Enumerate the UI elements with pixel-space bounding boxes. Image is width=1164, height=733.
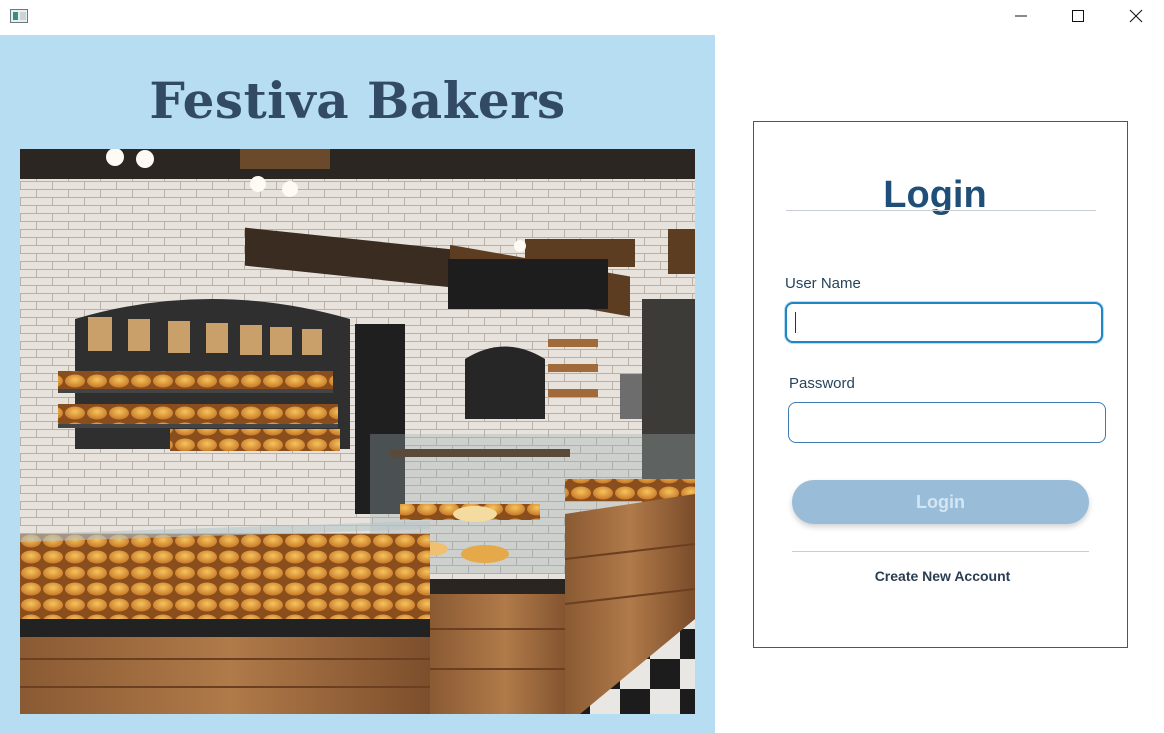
login-button[interactable]: Login bbox=[792, 480, 1089, 524]
button-divider bbox=[792, 551, 1089, 552]
brand-title: Festiva Bakers bbox=[149, 71, 566, 130]
maximize-button[interactable] bbox=[1055, 0, 1101, 32]
brand-panel: Festiva Bakers bbox=[0, 35, 715, 733]
create-account-link[interactable]: Create New Account bbox=[792, 568, 1093, 584]
close-button[interactable] bbox=[1113, 0, 1159, 32]
login-card: Login User Name Password Login Create Ne… bbox=[753, 121, 1128, 648]
app-window-icon bbox=[10, 9, 28, 23]
password-input[interactable] bbox=[788, 402, 1106, 443]
title-divider bbox=[786, 210, 1096, 211]
maximize-icon bbox=[1072, 10, 1084, 22]
minimize-button[interactable] bbox=[998, 0, 1044, 32]
password-label: Password bbox=[789, 375, 855, 392]
minimize-icon bbox=[1015, 15, 1027, 17]
username-input[interactable] bbox=[785, 302, 1103, 343]
app-window: Festiva Bakers Login User Name Password … bbox=[0, 0, 1164, 733]
text-caret bbox=[795, 312, 796, 333]
title-bar bbox=[0, 0, 1164, 34]
bakery-interior-photo bbox=[20, 149, 695, 714]
username-label: User Name bbox=[785, 275, 861, 292]
close-icon bbox=[1129, 9, 1143, 23]
